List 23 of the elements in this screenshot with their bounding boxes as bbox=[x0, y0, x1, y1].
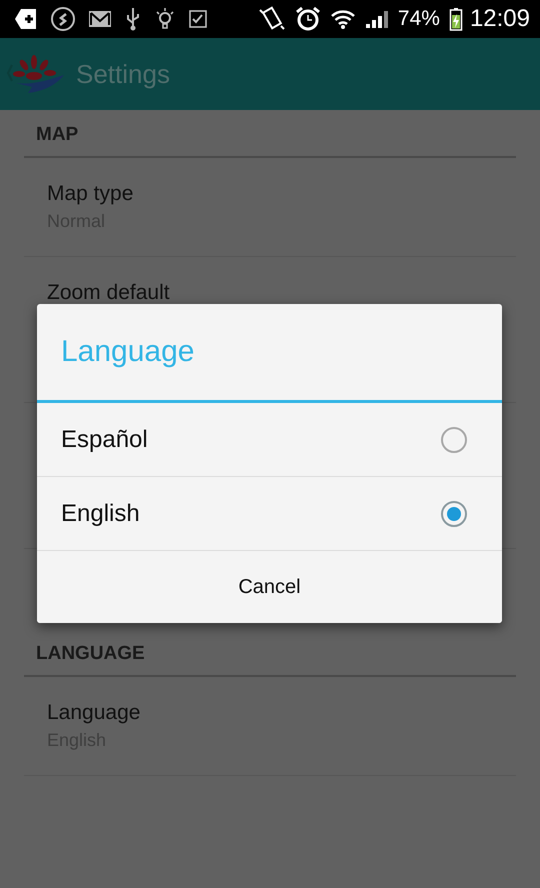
battery-percent: 74% bbox=[398, 7, 440, 31]
option-label: English bbox=[61, 500, 140, 528]
alarm-clock-icon bbox=[294, 6, 321, 32]
vibrate-icon bbox=[258, 6, 286, 32]
wifi-icon bbox=[330, 8, 356, 30]
option-label: Español bbox=[61, 426, 148, 454]
language-option[interactable]: Español bbox=[37, 403, 502, 477]
radio-button[interactable] bbox=[441, 500, 467, 526]
section-header: LANGUAGE bbox=[35, 642, 146, 666]
cancel-button[interactable]: Cancel bbox=[37, 551, 502, 623]
dialog-title: Language bbox=[37, 304, 502, 403]
lightbulb-icon bbox=[154, 6, 176, 32]
clock-time: 12:09 bbox=[470, 5, 530, 33]
checkbox-icon bbox=[188, 9, 208, 29]
battery-charging-icon bbox=[448, 7, 463, 31]
usb-icon bbox=[124, 6, 142, 32]
mail-icon bbox=[88, 9, 112, 29]
plus-tag-icon bbox=[14, 7, 38, 31]
signal-icon bbox=[364, 9, 389, 29]
screen-title: Settings bbox=[76, 58, 170, 90]
radio-button[interactable] bbox=[441, 426, 467, 452]
section-header: MAP bbox=[35, 123, 80, 147]
circle-logo-icon bbox=[50, 6, 76, 32]
